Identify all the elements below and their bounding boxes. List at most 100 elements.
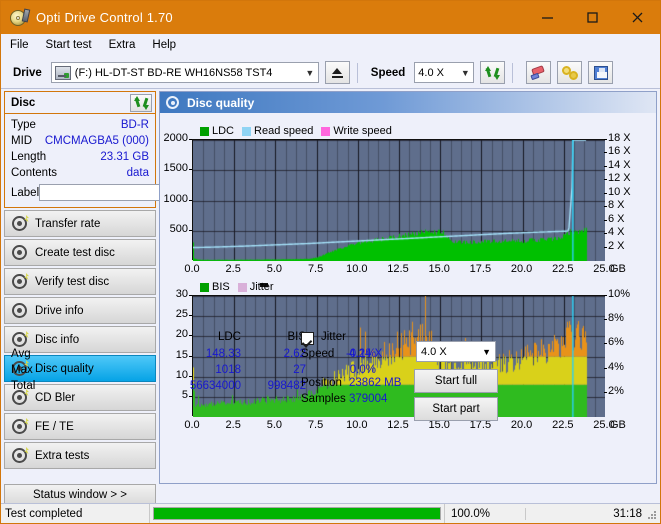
drive-label: Drive bbox=[13, 66, 42, 79]
refresh-button[interactable] bbox=[480, 61, 506, 84]
stats-row-bis: 998482 bbox=[267, 380, 306, 392]
stats-row-label: Total bbox=[11, 380, 36, 392]
menu-item-help[interactable]: Help bbox=[152, 37, 185, 53]
refresh-icon bbox=[133, 95, 149, 110]
stats-header-ldc: LDC bbox=[217, 331, 241, 343]
elapsed-time-label: 31:18 bbox=[525, 507, 660, 520]
drive-icon bbox=[54, 65, 71, 80]
maximize-button[interactable] bbox=[570, 1, 615, 34]
toolbar-divider-2 bbox=[512, 62, 514, 83]
menu-item-start-test[interactable]: Start test bbox=[46, 37, 101, 53]
legend-label: BIS bbox=[212, 281, 230, 293]
stats-row-label: Max bbox=[11, 364, 33, 376]
y-tick-label: 2000 bbox=[163, 132, 188, 144]
stats-header-bis: BIS bbox=[287, 331, 306, 343]
disc-refresh-button[interactable] bbox=[130, 93, 152, 112]
y2-tick-mark bbox=[604, 343, 607, 344]
y-tick-mark bbox=[189, 376, 192, 377]
minimize-button[interactable] bbox=[525, 1, 570, 34]
window-controls bbox=[525, 1, 660, 34]
test-speed-select[interactable]: 4.0 X ▼ bbox=[416, 341, 496, 362]
disc-info-icon bbox=[12, 331, 29, 347]
legend-item: Read speed bbox=[242, 125, 313, 137]
disc-write-icon bbox=[12, 245, 27, 260]
app-disc-drive-icon bbox=[9, 8, 31, 28]
y2-tick-label: 4% bbox=[608, 360, 624, 373]
y2-tick-label: 16 X bbox=[608, 145, 631, 158]
toolbar-divider-1 bbox=[356, 62, 358, 83]
y2-tick-label: 8 X bbox=[608, 199, 625, 212]
sidebar-item-label: Disc info bbox=[35, 333, 80, 346]
save-button[interactable] bbox=[588, 61, 614, 84]
samples-stat-value: 379004 bbox=[349, 393, 388, 405]
y2-tick-label: 2 X bbox=[608, 239, 625, 252]
y-tick-label: 25 bbox=[175, 308, 188, 321]
disc-row-length-key: Length bbox=[11, 151, 47, 163]
start-full-button[interactable]: Start full bbox=[414, 369, 498, 393]
sidebar-item-label: CD Bler bbox=[35, 391, 76, 404]
speed-select[interactable]: 4.0 X ▼ bbox=[414, 62, 475, 83]
disc-label-row: Label bbox=[11, 183, 242, 202]
rings-button[interactable] bbox=[557, 61, 583, 84]
sidebar-item-label: FE / TE bbox=[35, 420, 74, 433]
stats-row-jitter: 0.0% bbox=[349, 364, 376, 376]
drive-select[interactable]: (F:) HL-DT-ST BD-RE WH16NS58 TST4 ▼ bbox=[50, 62, 319, 83]
position-stat-label: Position bbox=[301, 377, 342, 389]
legend-item: LDC bbox=[200, 125, 234, 137]
sidebar-item-label: Extra tests bbox=[35, 449, 90, 462]
disc-row-type: Type BD-R bbox=[11, 117, 149, 133]
eraser-icon bbox=[530, 64, 546, 80]
refresh-icon bbox=[485, 65, 501, 80]
x-tick-label: 0.0 bbox=[184, 419, 200, 431]
test-speed-select-value: 4.0 X bbox=[421, 345, 447, 358]
speed-stat-value: 4.24 X bbox=[349, 348, 383, 360]
y-tick-mark bbox=[189, 230, 192, 231]
x-tick-label: 20.0 bbox=[510, 419, 533, 431]
y-tick-label: 30 bbox=[175, 288, 188, 300]
resize-grip[interactable] bbox=[648, 511, 657, 520]
sidebar-item-extra-tests[interactable]: Extra tests bbox=[4, 442, 156, 469]
legend-label: LDC bbox=[212, 125, 235, 137]
y2-tick-mark bbox=[604, 220, 607, 221]
y2-tick-mark bbox=[604, 368, 607, 369]
start-part-button[interactable]: Start part bbox=[414, 397, 498, 421]
y2-tick-mark bbox=[604, 319, 607, 320]
y2-tick-mark bbox=[604, 166, 607, 167]
jitter-checkbox[interactable] bbox=[301, 332, 314, 345]
x-tick-label: 7.5 bbox=[307, 263, 324, 275]
menu-item-extra[interactable]: Extra bbox=[109, 37, 145, 53]
disc-row-mid-value: CMCMAGBA5 (000) bbox=[44, 135, 149, 147]
extra-tests-icon bbox=[12, 447, 29, 463]
disc-info-rows: Type BD-R MID CMCMAGBA5 (000) Length 23.… bbox=[5, 114, 242, 207]
stats-row-ldc: 1018 bbox=[215, 364, 241, 376]
drive-info-icon bbox=[12, 303, 27, 318]
sidebar-item-label: Drive info bbox=[35, 304, 84, 317]
close-button[interactable] bbox=[615, 1, 660, 34]
legend-label: Write speed bbox=[333, 125, 392, 137]
sidebar-item-transfer-rate[interactable]: Transfer rate bbox=[4, 210, 156, 237]
cd-bler-icon bbox=[12, 389, 29, 405]
eject-button[interactable] bbox=[324, 61, 350, 84]
y2-tick-mark bbox=[604, 233, 607, 234]
y2-tick-mark bbox=[604, 295, 607, 296]
disc-panel-header: Disc bbox=[5, 92, 155, 114]
erase-button[interactable] bbox=[526, 61, 552, 84]
legend-swatch-icon bbox=[321, 126, 331, 136]
y2-tick-mark bbox=[604, 392, 607, 393]
content-area: Disc quality LDC Read speed Write speed 500… bbox=[11, 89, 660, 484]
chart-canvas-0 bbox=[193, 140, 605, 261]
disc-quality-header: Disc quality bbox=[160, 92, 656, 113]
x-axis-unit-label: GB bbox=[610, 419, 626, 431]
sidebar-item-verify-test-disc[interactable]: Verify test disc bbox=[4, 268, 156, 295]
x-tick-label: 12.5 bbox=[387, 419, 409, 431]
y2-tick-label: 10% bbox=[608, 288, 631, 300]
sidebar-item-label: Verify test disc bbox=[35, 275, 110, 288]
menu-item-file[interactable]: File bbox=[10, 37, 38, 53]
legend-swatch-icon bbox=[200, 282, 209, 292]
sidebar-item-create-test-disc[interactable]: Create test disc bbox=[4, 239, 156, 266]
sidebar-item-label: Disc quality bbox=[35, 362, 94, 375]
sidebar-item-drive-info[interactable]: Drive info bbox=[4, 297, 156, 324]
y2-tick-mark bbox=[604, 179, 607, 180]
x-tick-label: 5.0 bbox=[266, 419, 283, 431]
sidebar-item-fe-te[interactable]: FE / TE bbox=[4, 413, 156, 440]
